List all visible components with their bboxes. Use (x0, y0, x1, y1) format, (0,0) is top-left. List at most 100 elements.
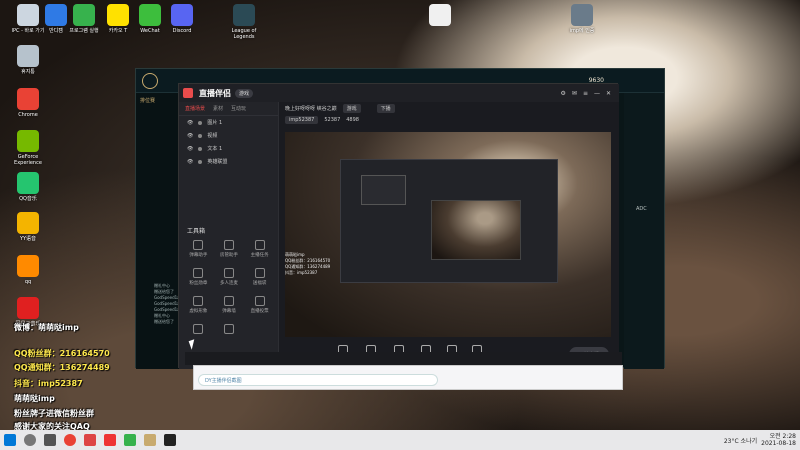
message-icon[interactable]: ✉ (572, 90, 577, 97)
tool-icon (254, 240, 265, 250)
streaming-app-window[interactable]: 直播伴侣 游戏 ⚙ ✉ ≡ — ✕ 直播场景 素材 互动玩 👁 图片 1 👁 视频 👁 文… (178, 83, 619, 369)
tool-icon (193, 324, 204, 334)
tool-item[interactable]: 主播任务 (244, 240, 275, 258)
app-icon (171, 4, 193, 26)
chat-line: 抖音：imp52387 (285, 270, 318, 275)
tool-item[interactable]: 多人连麦 (214, 268, 245, 286)
lock-icon[interactable] (198, 146, 203, 151)
overlay-line: 抖音：imp52387 (14, 379, 83, 388)
desktop-icon[interactable]: Discord (160, 4, 204, 34)
desktop-icon[interactable]: League of Legends (222, 4, 266, 40)
desktop-icon-label: qq (24, 279, 32, 285)
stream-taskbar-icon[interactable] (164, 434, 176, 446)
desktop-icon[interactable]: qq (6, 255, 50, 285)
taskbar: 23°C 소나기 오전 2:28 2021-08-18 (0, 430, 800, 450)
room-status[interactable]: 下播 (376, 104, 395, 113)
visibility-icon[interactable]: 👁 (187, 120, 193, 126)
clock-time[interactable]: 오전 2:28 (761, 433, 796, 440)
room-category[interactable]: 游戏 (342, 104, 361, 113)
search-icon[interactable] (24, 434, 36, 446)
scene-item[interactable]: 👁 视频 (179, 129, 278, 142)
room-number: 52387 (324, 117, 341, 123)
visibility-icon[interactable]: 👁 (187, 133, 193, 139)
league-taskbar-icon[interactable] (144, 434, 156, 446)
task-view-icon[interactable] (44, 434, 56, 446)
visibility-icon[interactable]: 👁 (187, 146, 193, 152)
chrome-taskbar-icon[interactable] (64, 434, 76, 446)
scene-item[interactable]: 👁 图片 1 (179, 116, 278, 129)
tool-label: 送福袋 (252, 281, 267, 286)
tool-item[interactable] (183, 324, 214, 336)
tool-item[interactable]: 虚拟形象 (183, 296, 214, 314)
tool-label: 主播任务 (250, 253, 269, 258)
minimize-icon[interactable]: — (594, 90, 600, 97)
gift-list-item: 赠送给您了 (154, 319, 174, 324)
tool-item[interactable]: 弹幕墙 (214, 296, 245, 314)
app-icon (17, 130, 39, 152)
app-icon (17, 45, 39, 67)
message-input[interactable]: DY主播伴侣截图 (198, 374, 438, 386)
tab-scenes[interactable]: 直播场景 (185, 105, 205, 112)
app-icon (17, 212, 39, 234)
tool-icon (193, 268, 204, 278)
secondary-window-bar (185, 352, 622, 365)
system-tray: 23°C 소나기 오전 2:28 2021-08-18 (724, 433, 800, 447)
desktop-icon-label: YY语音 (19, 236, 37, 242)
menu-icon[interactable]: ≡ (583, 90, 588, 97)
app-icon (233, 4, 255, 26)
main-panel: 晚上好呀呀呀 峡谷之巅 游戏 下播 imp52387 52387 4898 萌萌… (279, 102, 619, 369)
tool-item[interactable]: 直播投票 (244, 296, 275, 314)
secondary-window[interactable]: DY主播伴侣截图 (193, 365, 623, 390)
tool-item[interactable]: 房管助手 (214, 240, 245, 258)
game-taskbar-icon[interactable] (124, 434, 136, 446)
room-info-bar: 晚上好呀呀呀 峡谷之巅 游戏 下播 imp52387 52387 4898 (279, 102, 619, 128)
app-icon (73, 4, 95, 26)
scene-item[interactable]: 👁 文本 1 (179, 142, 278, 155)
app-icon (571, 4, 593, 26)
tool-item[interactable]: 送福袋 (244, 268, 275, 286)
clock-date[interactable]: 2021-08-18 (761, 440, 796, 447)
scene-label: 图片 1 (207, 120, 223, 126)
app-header: 直播伴侣 游戏 ⚙ ✉ ≡ — ✕ (179, 84, 619, 102)
desktop-icon[interactable]: 휴지통 (6, 45, 50, 75)
room-title[interactable]: 晚上好呀呀呀 峡谷之巅 (285, 105, 337, 112)
tool-icon (223, 296, 234, 306)
overlay-line: 微博：萌萌哒imp (14, 323, 79, 332)
weather[interactable]: 23°C 소나기 (724, 436, 757, 445)
app-icon (17, 88, 39, 110)
tab-materials[interactable]: 素材 (213, 105, 223, 112)
lock-icon[interactable] (198, 159, 203, 164)
start-icon[interactable] (4, 434, 16, 446)
scene-label: 英雄联盟 (207, 159, 228, 165)
desktop-icon[interactable]: Chrome (6, 88, 50, 118)
tool-item[interactable]: 粉丝勋章 (183, 268, 214, 286)
tool-item[interactable]: 弹幕助手 (183, 240, 214, 258)
desktop-icon[interactable]: QQ音乐 (6, 172, 50, 202)
desktop-icon[interactable]: YY语音 (6, 212, 50, 242)
role-label: ADC (636, 206, 647, 212)
desktop-icon[interactable] (418, 4, 462, 28)
league-right-panel: ADC (624, 93, 664, 369)
tool-item[interactable] (214, 324, 245, 336)
desktop-icon[interactable]: GeForce Experience (6, 130, 50, 166)
visibility-icon[interactable]: 👁 (187, 159, 193, 165)
tab-interact[interactable]: 互动玩 (231, 105, 246, 112)
tool-label: 房管助手 (219, 253, 238, 258)
desktop-icon-label: imp에 인증 (569, 28, 595, 34)
room-id: imp52387 (285, 116, 319, 124)
lock-icon[interactable] (198, 120, 203, 125)
app-taskbar-icon[interactable] (84, 434, 96, 446)
scene-item[interactable]: 👁 英雄联盟 (179, 155, 278, 168)
stream-preview[interactable]: 萌萌哒imp QQ粉丝群：216164570 QQ通知群：136274489 抖音：i… (285, 132, 611, 337)
app-icon (107, 4, 129, 26)
desktop-icon[interactable]: imp에 인증 (560, 4, 604, 34)
scene-sidebar: 直播场景 素材 互动玩 👁 图片 1 👁 视频 👁 文本 1 👁 英雄联盟 工具箱 弹幕助手 房… (179, 102, 279, 369)
sidebar-tabs: 直播场景 素材 互动玩 (179, 102, 278, 116)
desktop-icon-label: QQ音乐 (19, 196, 37, 202)
app-mode-badge[interactable]: 游戏 (235, 88, 254, 98)
settings-icon[interactable]: ⚙ (561, 90, 566, 97)
lock-icon[interactable] (198, 133, 203, 138)
music-taskbar-icon[interactable] (104, 434, 116, 446)
tool-icon (254, 296, 265, 306)
close-icon[interactable]: ✕ (606, 90, 611, 97)
